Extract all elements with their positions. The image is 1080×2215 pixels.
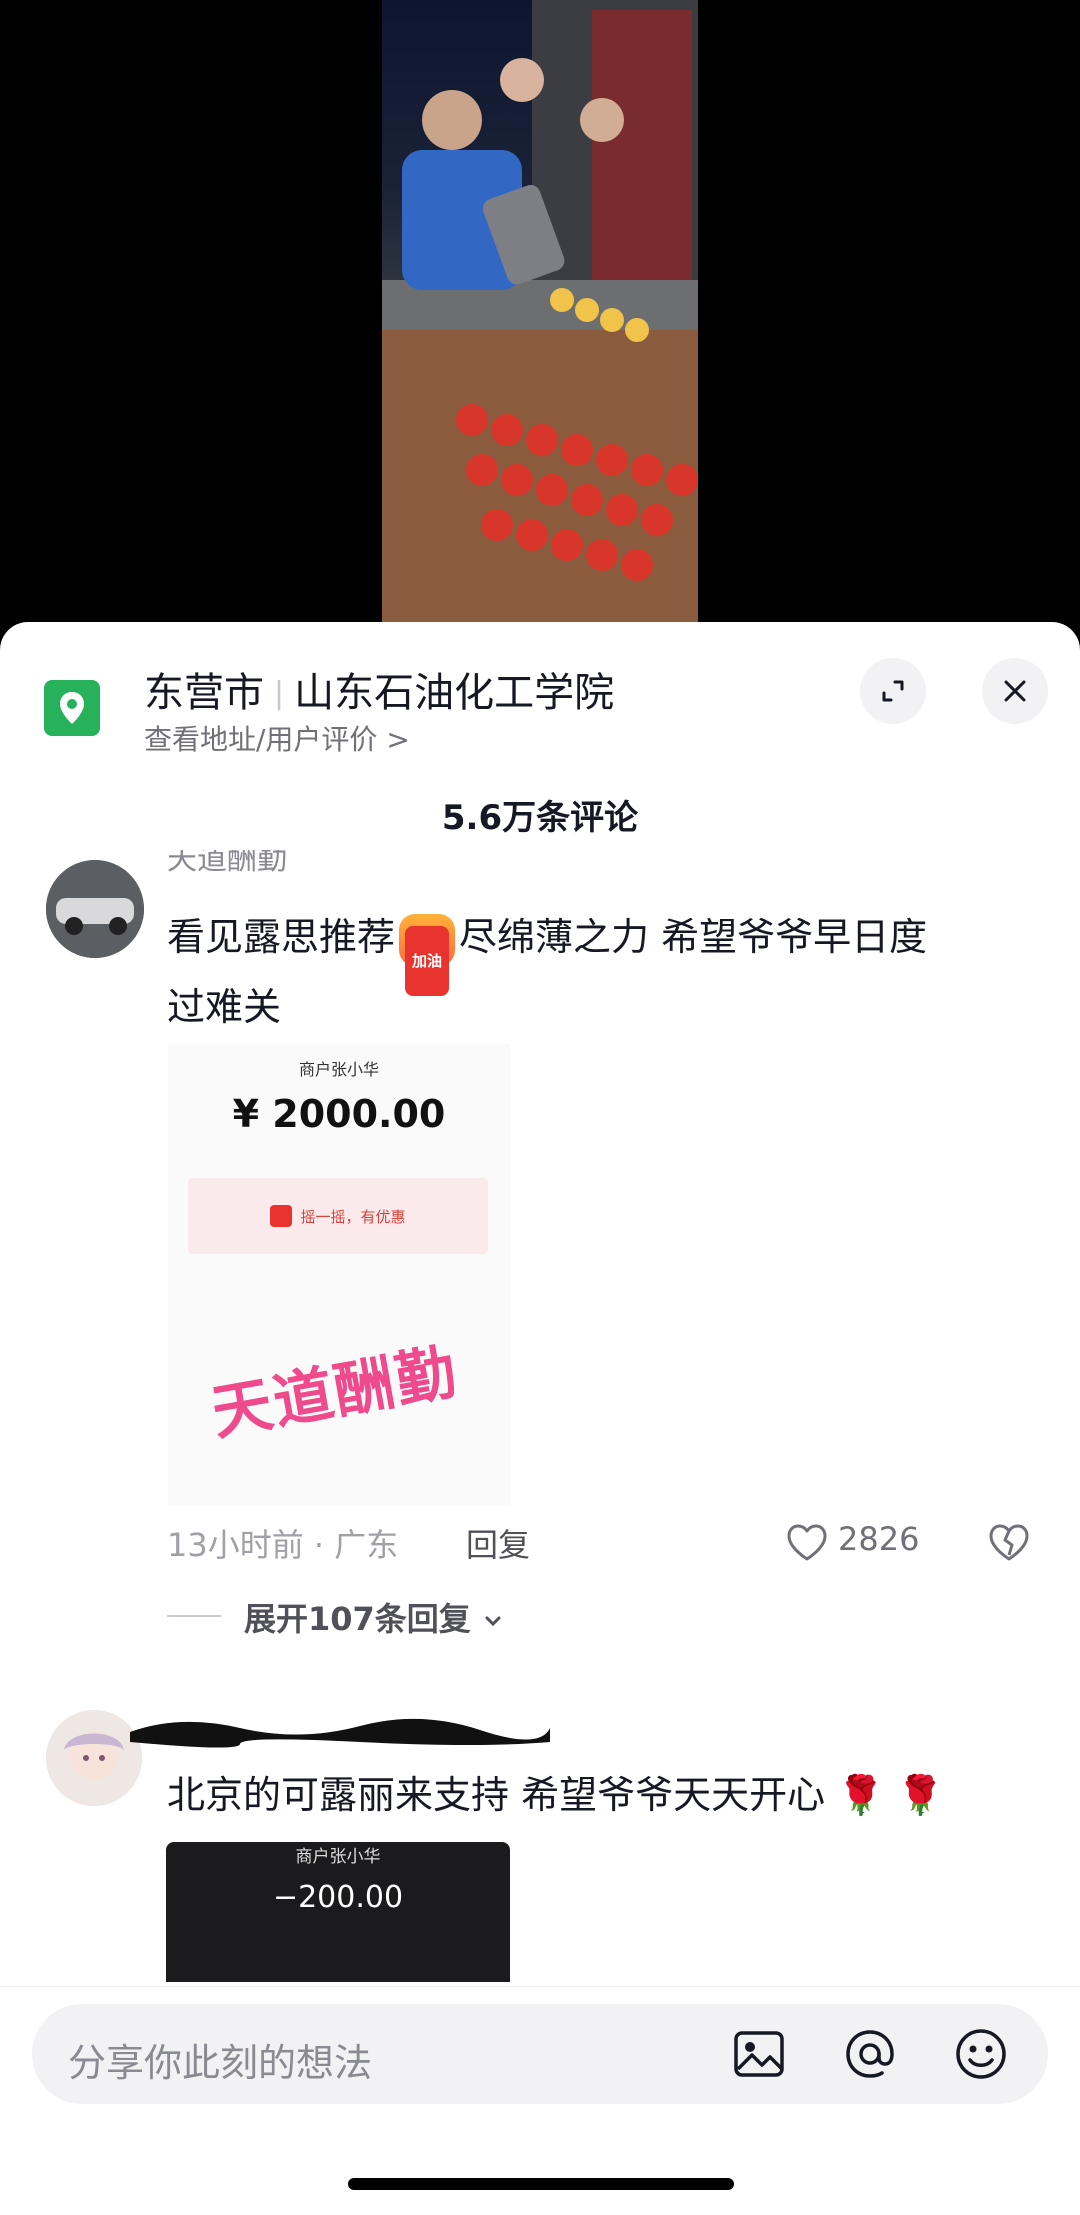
- image-icon: [734, 2031, 784, 2077]
- heart-icon: [787, 1524, 827, 1561]
- receipt-merchant: 商户张小华: [295, 1847, 381, 1867]
- expand-replies-button[interactable]: 展开107条回复: [244, 1594, 504, 1640]
- shake-icon: [270, 1205, 293, 1227]
- like-count: 2826: [838, 1520, 920, 1558]
- at-icon: [846, 2030, 894, 2078]
- comment-text: 看见露思推荐 加油 尽绵薄之力 希望爷爷早日度 过难关: [167, 913, 928, 1029]
- receipt-amount: −200.00: [272, 1880, 404, 1915]
- comment-count: 5.6万条评论: [441, 798, 639, 838]
- receipt-stamp: 天道酬勤: [206, 1336, 464, 1449]
- close-button[interactable]: [982, 658, 1048, 724]
- video-frame[interactable]: [382, 0, 698, 622]
- reply-button[interactable]: 回复: [466, 1520, 530, 1566]
- expand-button[interactable]: [860, 658, 926, 724]
- redacted-author-name: [130, 1718, 550, 1748]
- chevron-down-icon: [485, 1616, 501, 1627]
- avatar[interactable]: [46, 860, 144, 958]
- location-city: 东营市: [144, 670, 264, 716]
- close-icon: [1004, 680, 1026, 702]
- like-button[interactable]: [784, 1520, 830, 1566]
- home-indicator[interactable]: [348, 2178, 734, 2190]
- comment-image[interactable]: 商户张小华 ¥ 2000.00 摇一摇，有优惠 天道酬勤: [168, 1044, 510, 1506]
- comment-meta: 13小时前 · 广东: [167, 1526, 399, 1564]
- comment-author[interactable]: 天道酬勤: [167, 850, 327, 880]
- image-button[interactable]: [727, 2022, 791, 2086]
- emoji-icon: [956, 2029, 1006, 2079]
- dislike-icon: [989, 1524, 1029, 1561]
- comments-sheet: [0, 622, 1080, 2214]
- comment-input-placeholder: 分享你此刻的想法: [68, 2041, 373, 2085]
- location-divider: |: [274, 676, 285, 711]
- video-player[interactable]: [0, 0, 1080, 640]
- dislike-button[interactable]: [986, 1520, 1032, 1566]
- receipt-promo: 摇一摇，有优惠: [188, 1178, 488, 1254]
- mention-button[interactable]: [838, 2022, 902, 2086]
- expand-icon: [882, 680, 904, 702]
- cheer-badge-icon: 加油: [399, 913, 456, 996]
- rose-emoji: 🌹 🌹: [837, 1773, 944, 1817]
- location-subtitle-link[interactable]: 查看地址/用户评价 >: [144, 718, 410, 758]
- comment-image[interactable]: 商户张小华 −200.00: [166, 1842, 510, 1982]
- location-place: 山东石油化工学院: [294, 670, 615, 716]
- expand-divider: [167, 1615, 221, 1617]
- video-still-image: [382, 0, 698, 622]
- location-pin-icon[interactable]: [44, 680, 100, 736]
- location-title[interactable]: 东营市 | 山东石油化工学院: [144, 660, 614, 718]
- comment-text: 北京的可露丽来支持 希望爷爷天天开心 🌹 🌹: [167, 1773, 944, 1817]
- emoji-button[interactable]: [949, 2022, 1013, 2086]
- receipt-merchant: 商户张小华: [298, 1060, 379, 1079]
- receipt-amount: ¥ 2000.00: [232, 1092, 446, 1136]
